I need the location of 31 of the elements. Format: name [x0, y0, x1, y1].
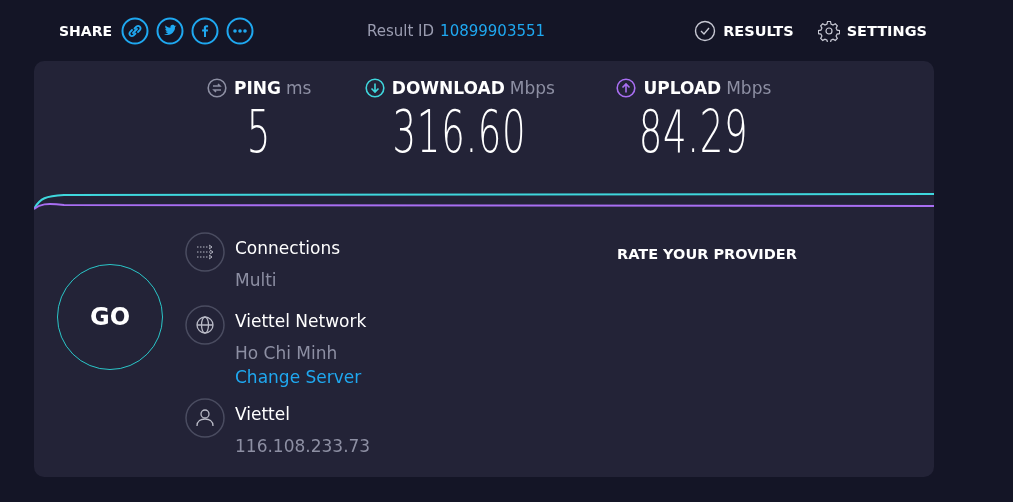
share-label: SHARE: [59, 22, 112, 39]
globe-icon: [185, 305, 225, 345]
info-subtitle: 116.108.233.73: [235, 435, 371, 458]
results-button[interactable]: RESULTS: [694, 19, 794, 42]
settings-button[interactable]: SETTINGS: [817, 19, 927, 42]
info-subtitle: Multi: [235, 269, 278, 292]
twitter-icon[interactable]: [156, 16, 184, 45]
metric-value: 84.29: [639, 98, 749, 166]
result-id-label: Result ID: [367, 21, 435, 40]
metric-label: PING: [234, 78, 281, 98]
metric-unit: Mbps: [726, 78, 772, 98]
metric-value: 5: [247, 98, 272, 166]
metric-label: DOWNLOAD: [391, 78, 505, 98]
check-circle-icon: [694, 19, 717, 42]
metric-unit: Mbps: [509, 78, 555, 98]
change-server-link[interactable]: Change Server: [235, 365, 367, 389]
user-icon: [185, 398, 225, 438]
info-subtitle: Ho Chi Minh: [235, 342, 339, 365]
connections-icon: [185, 232, 225, 272]
info-title: Viettel Network: [235, 310, 367, 333]
facebook-icon[interactable]: [191, 16, 219, 45]
more-icon[interactable]: [226, 16, 254, 45]
metric-label: UPLOAD: [643, 78, 722, 98]
rate-provider-heading: RATE YOUR PROVIDER: [617, 246, 797, 262]
metric-value: 316.60: [393, 98, 527, 166]
link-icon[interactable]: [121, 16, 149, 45]
result-id-link[interactable]: 10899903551: [440, 21, 546, 40]
info-title: Viettel: [235, 403, 291, 426]
metric-unit: ms: [285, 78, 312, 98]
info-title: Connections: [235, 237, 341, 260]
settings-icon: [817, 19, 840, 42]
